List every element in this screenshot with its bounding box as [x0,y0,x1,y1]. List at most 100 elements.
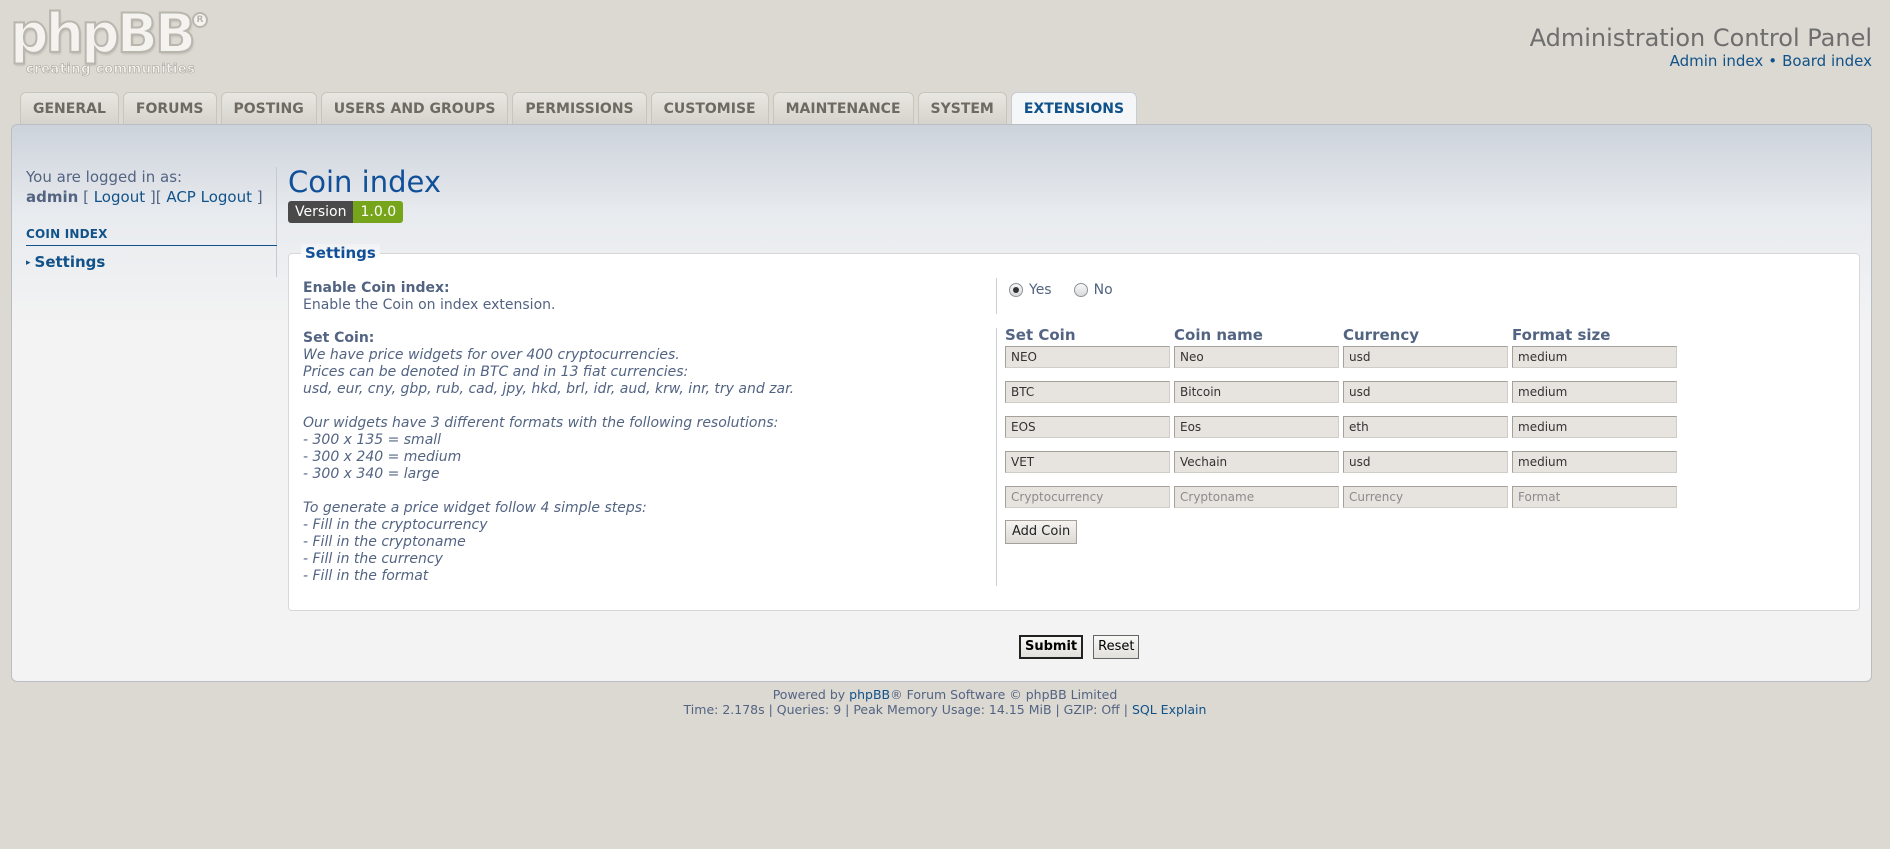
set-coin-desc-line: Prices can be denoted in BTC and in 13 f… [303,364,689,380]
currency-input[interactable]: usd [1343,451,1508,473]
logout-link[interactable]: Logout [94,188,145,206]
set-coin-setting: Set Coin: We have price widgets for over… [303,330,794,585]
format-input[interactable]: medium [1512,451,1677,473]
add-coin-button[interactable]: Add Coin [1005,520,1078,544]
page-title: Coin index [288,165,441,199]
tab-posting[interactable]: Posting [220,92,317,125]
enable-yes-label[interactable]: Yes [1029,282,1052,298]
form-actions: Submit Reset [1019,635,1140,659]
tab-extensions[interactable]: Extensions [1010,92,1138,126]
debug-stats: Time: 2.178s | Queries: 9 | Peak Memory … [683,702,1207,717]
set-coin-desc-line: - 300 x 240 = medium [303,449,462,465]
format-input[interactable]: medium [1512,416,1677,438]
format-input[interactable]: medium [1512,381,1677,403]
coin-name-input[interactable]: Eos [1174,416,1339,438]
tab-forums[interactable]: Forums [122,92,217,125]
page-footer: Powered by phpBB® Forum Software © phpBB… [0,687,1890,717]
tab-customise[interactable]: Customise [650,92,769,125]
header-coin-name: Coin name [1174,326,1263,344]
new-currency-input[interactable]: Currency [1343,486,1508,508]
tab-maintenance[interactable]: Maintenance [772,92,914,125]
login-info: You are logged in as: admin [ Logout ][ … [26,168,263,206]
version-label: Version [288,201,354,223]
currency-input[interactable]: usd [1343,381,1508,403]
header-currency: Currency [1343,326,1420,344]
settings-fieldset: Settings Enable Coin index: Enable the C… [288,244,1860,611]
set-coin-desc-line: - Fill in the currency [303,551,443,567]
set-coin-desc-line [303,398,794,415]
set-coin-desc-line: - Fill in the cryptoname [303,534,466,550]
powered-by: Powered by phpBB® Forum Software © phpBB… [772,687,1118,702]
sidebar-section-heading: COIN INDEX [26,227,277,246]
sidebar-item-label: Settings [34,253,106,271]
enable-no-label[interactable]: No [1094,282,1113,298]
phpbb-logo[interactable]: phpBB R creating communities [9,1,208,80]
set-coin-desc-line: - 300 x 340 = large [303,466,440,482]
cryptoname-input[interactable]: Cryptoname [1174,486,1339,508]
cryptocurrency-input[interactable]: Cryptocurrency [1005,486,1170,508]
submit-button[interactable]: Submit [1019,635,1084,659]
reset-button[interactable]: Reset [1093,635,1140,659]
currency-input[interactable]: usd [1343,346,1508,368]
main-panel: You are logged in as: admin [ Logout ][ … [11,124,1872,682]
setting-divider [996,328,997,586]
set-coin-desc-line: - 300 x 135 = small [303,432,442,448]
tab-general[interactable]: General [20,92,119,125]
acp-title: Administration Control Panel [1529,24,1872,52]
tab-system[interactable]: System [917,92,1007,125]
set-coin-desc-line: usd, eur, cny, gbp, rub, cad, jpy, hkd, … [303,381,795,397]
main-tabs: General Forums Posting Users and Groups … [20,92,1138,126]
set-coin-input[interactable]: VET [1005,451,1170,473]
set-coin-desc-line [303,483,794,500]
set-coin-label: Set Coin: [303,330,375,346]
set-coin-input[interactable]: NEO [1005,346,1170,368]
set-coin-input[interactable]: BTC [1005,381,1170,403]
setting-divider [996,278,997,314]
new-coin-row: Cryptocurrency Cryptoname Currency Forma… [1005,486,1681,508]
tab-users-and-groups[interactable]: Users and Groups [320,92,509,125]
version-badge: Version 1.0.0 [288,201,404,223]
board-index-link[interactable]: Board index [1782,52,1872,70]
set-coin-desc-line: To generate a price widget follow 4 simp… [303,500,647,516]
enable-radio-group: Yes No [1009,282,1135,298]
admin-index-link[interactable]: Admin index [1670,52,1764,70]
enable-setting: Enable Coin index: Enable the Coin on in… [303,280,555,314]
sidebar-item-settings[interactable]: ▸ Settings [26,253,105,271]
acp-logout-link[interactable]: ACP Logout [166,188,252,206]
coin-name-input[interactable]: Vechain [1174,451,1339,473]
enable-description: Enable the Coin on index extension. [303,297,556,313]
new-format-input[interactable]: Format [1512,486,1677,508]
coin-row: NEO Neo usd medium [1005,346,1681,368]
set-coin-desc-line: - Fill in the format [303,568,429,584]
coin-name-input[interactable]: Bitcoin [1174,381,1339,403]
tab-permissions[interactable]: Permissions [512,92,647,125]
username: admin [26,188,79,206]
coin-table: Set Coin Coin name Currency Format size … [1005,326,1681,544]
registered-mark-icon: R [192,12,208,28]
set-coin-desc-line: - Fill in the cryptocurrency [303,517,488,533]
version-number: 1.0.0 [353,201,404,223]
format-input[interactable]: medium [1512,346,1677,368]
set-coin-input[interactable]: EOS [1005,416,1170,438]
coin-table-header: Set Coin Coin name Currency Format size [1005,326,1681,346]
coin-row: VET Vechain usd medium [1005,451,1681,473]
enable-no-radio[interactable] [1073,283,1088,297]
sql-explain-link[interactable]: SQL Explain [1132,702,1206,717]
enable-label: Enable Coin index: [303,280,450,296]
coin-name-input[interactable]: Neo [1174,346,1339,368]
coin-row: EOS Eos eth medium [1005,416,1681,438]
set-coin-desc-line: We have price widgets for over 400 crypt… [303,347,680,363]
header-set-coin: Set Coin [1005,326,1076,344]
logo-tagline: creating communities [26,62,196,78]
header-links: Admin index • Board index [1670,52,1872,70]
enable-yes-radio[interactable] [1009,283,1023,297]
arrow-bullet-icon: ▸ [26,258,31,268]
logged-in-label: You are logged in as: [26,168,183,186]
coin-row: BTC Bitcoin usd medium [1005,381,1681,403]
phpbb-link[interactable]: phpBB [849,687,890,702]
settings-legend: Settings [301,244,380,262]
currency-input[interactable]: eth [1343,416,1508,438]
sidebar-divider [276,167,277,277]
logo-wordmark: phpBB [9,1,197,66]
header-format-size: Format size [1512,326,1611,344]
